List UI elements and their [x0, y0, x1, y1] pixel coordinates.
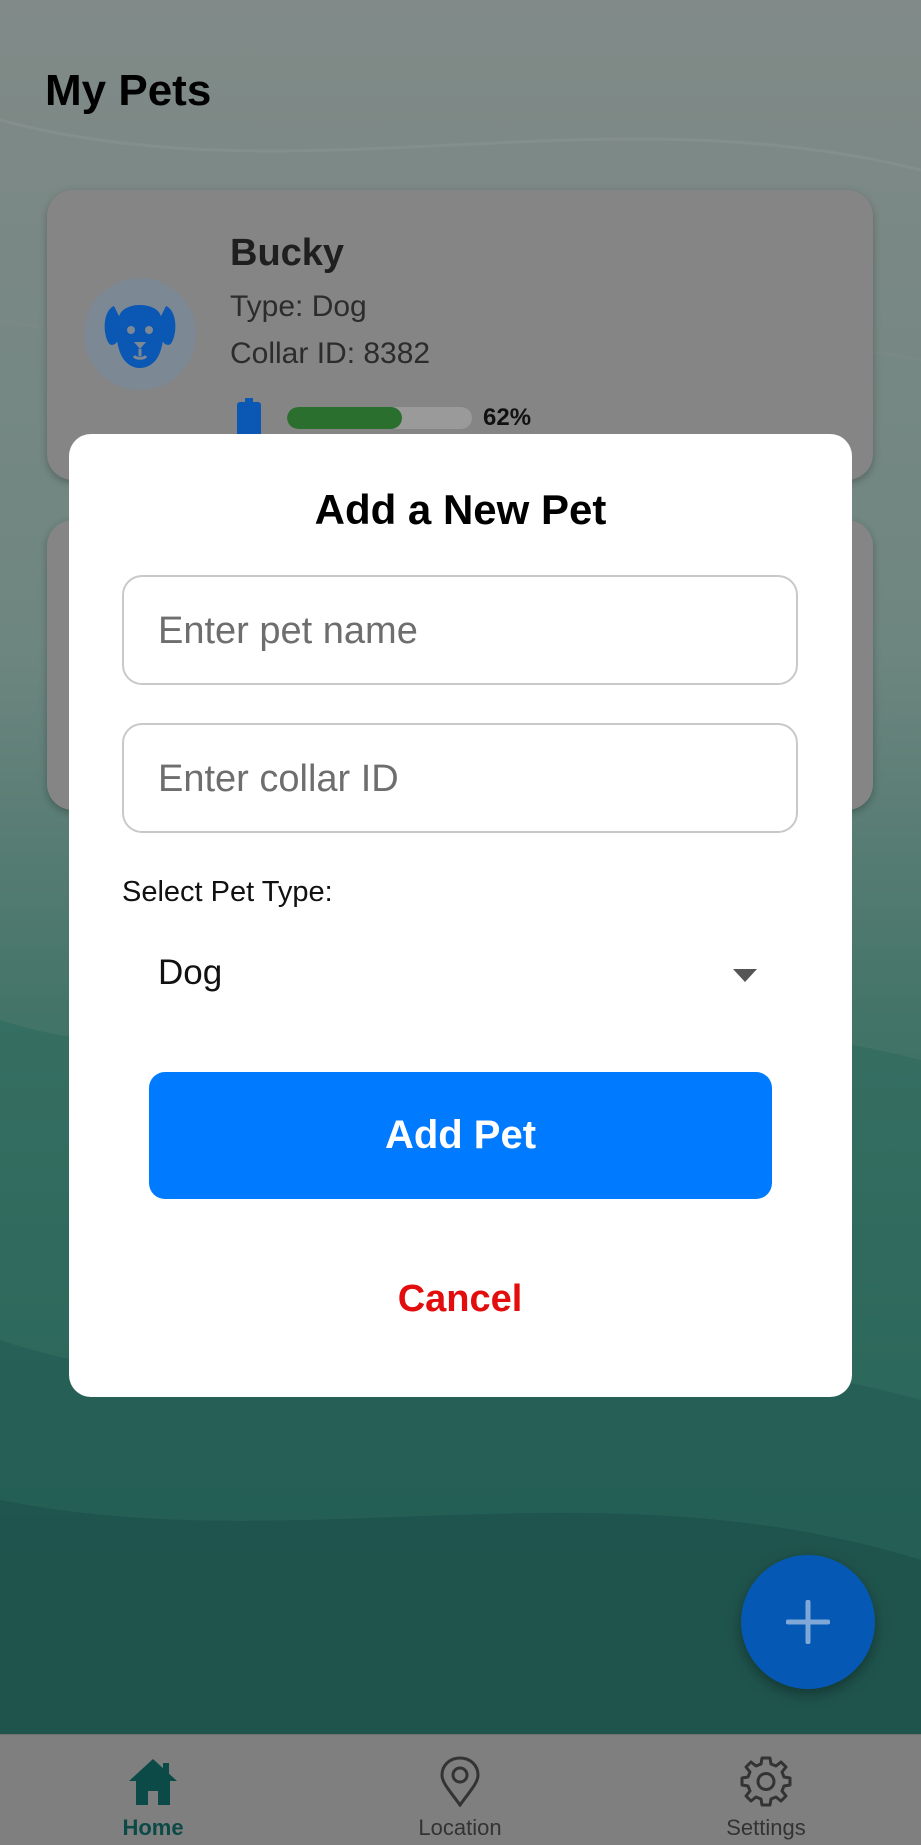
- pet-type: Type: Dog: [230, 290, 367, 323]
- caret-down-icon: [733, 969, 757, 982]
- gear-icon: [740, 1756, 792, 1807]
- dog-icon: [104, 305, 176, 368]
- add-pet-button[interactable]: Add Pet: [149, 1072, 772, 1199]
- plus-icon: [786, 1600, 830, 1644]
- location-pin-icon: [440, 1756, 480, 1807]
- app-screen: My Pets Bucky Type: Dog Collar ID: 8382 …: [0, 0, 921, 1845]
- pet-type-select[interactable]: Dog: [122, 939, 798, 1011]
- nav-item-settings[interactable]: Settings: [666, 1735, 866, 1845]
- battery-icon: [237, 398, 261, 436]
- pet-collar-id: Collar ID: 8382: [230, 337, 431, 370]
- pet-type-label: Select Pet Type:: [122, 876, 333, 908]
- dialog-title: Add a New Pet: [314, 486, 607, 533]
- add-pet-dialog: Add a New Pet Select Pet Type: Dog Add P…: [69, 434, 852, 1397]
- bottom-nav: Home Location Settings: [0, 1734, 921, 1845]
- battery-level-fill: [287, 407, 402, 429]
- collar-id-input[interactable]: [156, 725, 760, 833]
- pet-type-value: Dog: [158, 953, 223, 992]
- collar-id-field[interactable]: [122, 723, 798, 833]
- add-pet-fab[interactable]: [741, 1555, 875, 1689]
- nav-label-home: Home: [122, 1815, 184, 1840]
- battery-level-bar: [287, 407, 472, 429]
- pet-name: Bucky: [230, 232, 345, 274]
- pet-avatar: [84, 278, 196, 390]
- pet-name-input[interactable]: [156, 577, 760, 685]
- nav-label-location: Location: [418, 1815, 502, 1840]
- nav-item-home[interactable]: Home: [53, 1735, 253, 1845]
- nav-item-location[interactable]: Location: [360, 1735, 560, 1845]
- cancel-button[interactable]: Cancel: [310, 1264, 610, 1334]
- home-icon: [129, 1759, 177, 1805]
- nav-label-settings: Settings: [726, 1815, 806, 1840]
- pet-name-field[interactable]: [122, 575, 798, 685]
- page-title: My Pets: [45, 66, 212, 115]
- battery-percent: 62%: [483, 404, 532, 431]
